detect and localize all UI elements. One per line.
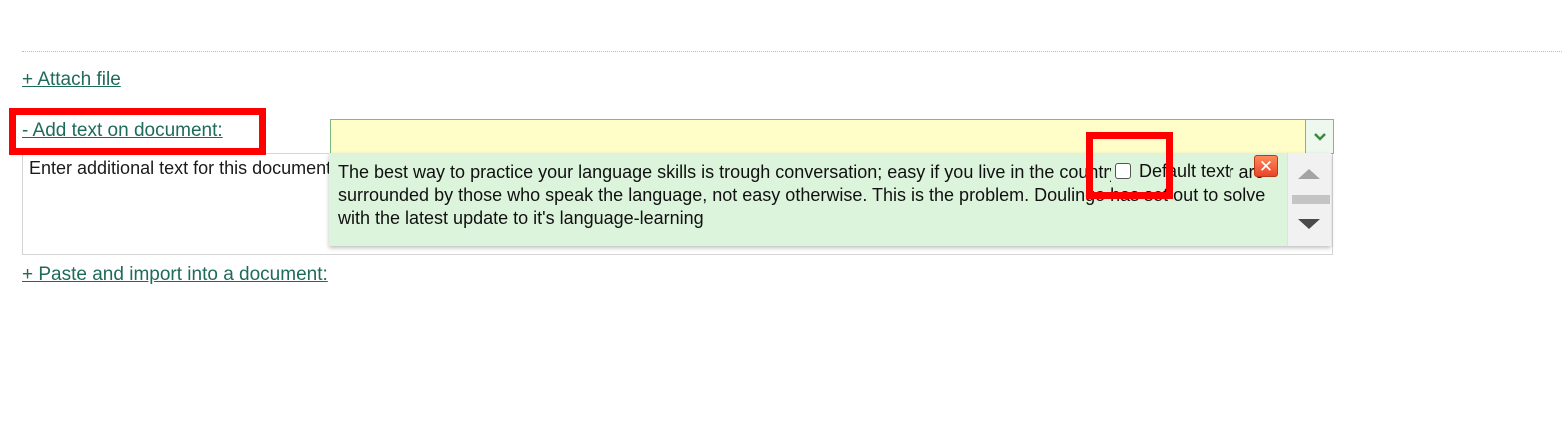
close-icon[interactable]: ✕ bbox=[1254, 155, 1278, 177]
section-divider bbox=[22, 51, 1562, 52]
add-text-link[interactable]: - Add text on document: bbox=[22, 120, 223, 142]
default-text-label: Default text bbox=[1139, 160, 1231, 181]
paste-import-link[interactable]: + Paste and import into a document: bbox=[22, 264, 328, 286]
additional-text-placeholder: Enter additional text for this document bbox=[29, 158, 332, 178]
scroll-thumb[interactable] bbox=[1292, 195, 1330, 204]
default-text-checkbox[interactable] bbox=[1115, 163, 1131, 179]
text-template-dropdown: The best way to practice your language s… bbox=[329, 153, 1331, 246]
default-text-option[interactable]: Default text bbox=[1111, 159, 1231, 183]
text-template-select[interactable] bbox=[330, 119, 1334, 154]
dropdown-scrollbar[interactable] bbox=[1287, 153, 1331, 246]
scroll-up-icon[interactable] bbox=[1298, 169, 1320, 179]
chevron-down-icon[interactable] bbox=[1305, 120, 1333, 153]
attach-file-link[interactable]: + Attach file bbox=[22, 69, 121, 91]
scroll-down-icon[interactable] bbox=[1298, 219, 1320, 229]
